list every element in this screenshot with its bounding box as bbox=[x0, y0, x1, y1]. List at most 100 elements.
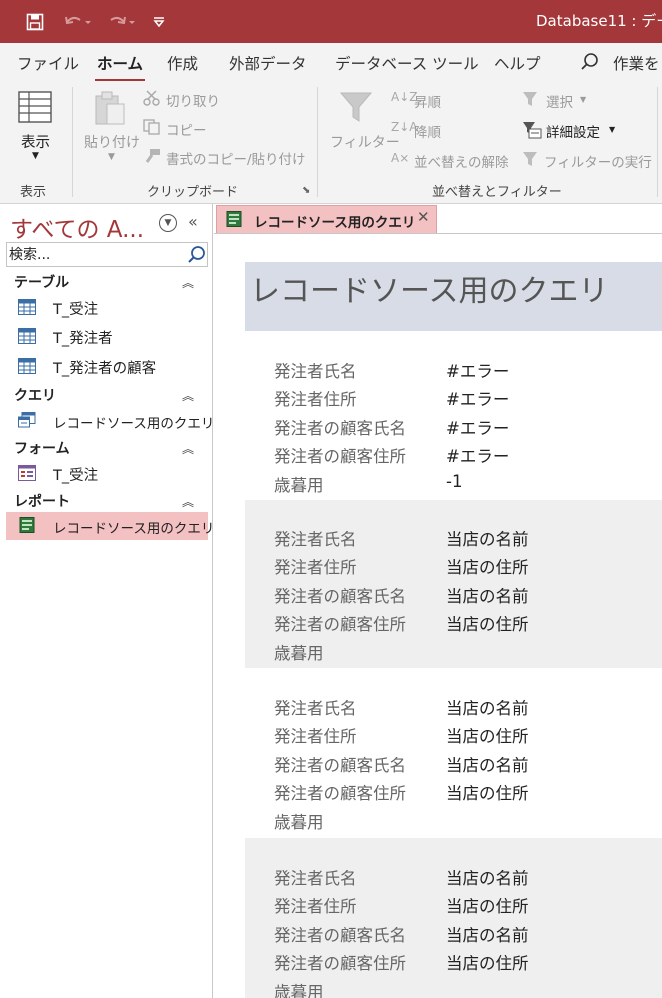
sort-descending-button[interactable]: 降順 bbox=[414, 121, 441, 141]
search-icon[interactable] bbox=[187, 245, 207, 265]
chevron-up-icon[interactable]: ︽ bbox=[182, 440, 194, 457]
nav-item-label: レコードソース用のクエリ bbox=[53, 521, 215, 537]
nav-item-label: レコードソース用のクエリ bbox=[53, 416, 215, 432]
field-value: #エラー bbox=[446, 362, 510, 381]
selection-dropdown-icon[interactable]: ▼ bbox=[580, 95, 586, 104]
section-forms[interactable]: フォーム bbox=[14, 438, 70, 458]
advanced-dropdown-icon[interactable]: ▼ bbox=[609, 125, 615, 134]
tab-create[interactable]: 作成 bbox=[167, 52, 198, 74]
paste-icon[interactable] bbox=[94, 90, 126, 132]
document-tab-label: レコードソース用のクエリ bbox=[254, 215, 416, 231]
paste-button[interactable]: 貼り付け bbox=[84, 132, 140, 152]
section-tables[interactable]: テーブル bbox=[14, 272, 69, 292]
field-label: 発注者の顧客住所 bbox=[274, 784, 406, 803]
table-icon bbox=[18, 328, 36, 344]
redo-icon[interactable] bbox=[104, 9, 140, 35]
field-value: 当店の名前 bbox=[446, 756, 529, 775]
field-label: 発注者住所 bbox=[274, 390, 357, 409]
collapse-pane-icon[interactable]: « bbox=[188, 212, 198, 231]
close-icon[interactable]: ✕ bbox=[417, 208, 430, 226]
section-reports[interactable]: レポート bbox=[14, 491, 70, 511]
view-button[interactable]: 表示 bbox=[21, 131, 50, 152]
filter-funnel-icon[interactable] bbox=[339, 90, 373, 128]
tab-file[interactable]: ファイル bbox=[17, 52, 79, 74]
filter-button[interactable]: フィルター bbox=[330, 132, 400, 152]
nav-item-table[interactable]: T_発注者の顧客 bbox=[6, 353, 208, 381]
field-label: 発注者氏名 bbox=[274, 869, 357, 888]
field-value: #エラー bbox=[446, 447, 510, 466]
selection-filter-icon[interactable] bbox=[522, 91, 540, 111]
field-value: -1 bbox=[446, 472, 463, 491]
remove-sort-icon[interactable]: A⨯ bbox=[391, 151, 409, 165]
nav-item-table[interactable]: T_受注 bbox=[6, 294, 208, 322]
report-view: レコードソース用のクエリ 発注者氏名 #エラー 発注者住所 #エラー 発注者の顧… bbox=[214, 234, 662, 998]
cut-button[interactable]: 切り取り bbox=[166, 90, 220, 110]
tab-home[interactable]: ホーム bbox=[94, 52, 146, 82]
query-icon bbox=[18, 412, 36, 428]
ribbon-tabs: ファイル ホーム 作成 外部データ データベース ツール ヘルプ bbox=[0, 43, 662, 82]
sort-ascending-button[interactable]: 昇順 bbox=[414, 91, 441, 111]
selection-button[interactable]: 選択 bbox=[546, 91, 573, 111]
document-tab[interactable]: レコードソース用のクエリ ✕ bbox=[216, 205, 437, 233]
field-label: 発注者の顧客住所 bbox=[274, 954, 406, 973]
field-label: 歳暮用 bbox=[274, 476, 324, 495]
chevron-down-icon[interactable]: ▼ bbox=[159, 214, 177, 232]
title-bar: Database11 : デー bbox=[0, 0, 662, 43]
field-value: 当店の名前 bbox=[446, 699, 529, 718]
toggle-filter-icon[interactable] bbox=[522, 151, 540, 171]
remove-sort-button[interactable]: 並べ替えの解除 bbox=[414, 151, 509, 171]
customize-qat-icon[interactable] bbox=[150, 9, 168, 35]
nav-item-form[interactable]: T_受注 bbox=[6, 460, 208, 488]
format-painter-button[interactable]: 書式のコピー/貼り付け bbox=[166, 148, 306, 168]
field-value: 当店の名前 bbox=[446, 926, 529, 945]
field-value: 当店の住所 bbox=[446, 558, 529, 577]
field-label: 発注者の顧客氏名 bbox=[274, 587, 406, 606]
search-icon[interactable] bbox=[580, 52, 600, 72]
chevron-up-icon[interactable]: ︽ bbox=[182, 493, 194, 510]
field-value: 当店の名前 bbox=[446, 587, 529, 606]
field-label: 発注者住所 bbox=[274, 558, 357, 577]
tell-me-box[interactable]: 作業を bbox=[613, 52, 660, 74]
undo-icon[interactable] bbox=[60, 9, 96, 35]
view-dropdown-icon[interactable]: ▼ bbox=[32, 151, 39, 161]
section-queries[interactable]: クエリ bbox=[14, 385, 56, 405]
field-label: 発注者の顧客住所 bbox=[274, 615, 406, 634]
nav-item-query[interactable]: レコードソース用のクエリ bbox=[6, 407, 214, 435]
chevron-up-icon[interactable]: ︽ bbox=[182, 387, 194, 404]
paste-dropdown-icon[interactable]: ▼ bbox=[108, 152, 115, 162]
report-record: 発注者氏名 当店の名前 発注者住所 当店の住所 発注者の顧客氏名 当店の名前 発… bbox=[245, 668, 662, 838]
cut-icon[interactable] bbox=[143, 90, 161, 110]
format-painter-icon[interactable] bbox=[143, 148, 161, 168]
chevron-up-icon[interactable]: ︽ bbox=[182, 274, 194, 291]
field-value: 当店の住所 bbox=[446, 784, 529, 803]
advanced-button[interactable]: 詳細設定 bbox=[546, 121, 600, 141]
field-value: 当店の住所 bbox=[446, 954, 529, 973]
group-view-label: 表示 bbox=[20, 185, 47, 200]
copy-icon[interactable] bbox=[143, 119, 161, 139]
nav-search-box bbox=[6, 242, 208, 267]
toggle-filter-button[interactable]: フィルターの実行 bbox=[544, 151, 652, 171]
nav-search-input[interactable] bbox=[9, 245, 181, 264]
field-label: 発注者氏名 bbox=[274, 362, 357, 381]
advanced-filter-icon[interactable] bbox=[522, 121, 542, 143]
tab-help[interactable]: ヘルプ bbox=[494, 52, 541, 74]
report-icon bbox=[225, 211, 243, 231]
tab-database-tools[interactable]: データベース ツール bbox=[335, 52, 479, 74]
dialog-launcher-icon[interactable]: ⬊ bbox=[302, 185, 310, 196]
report-header: レコードソース用のクエリ bbox=[245, 262, 662, 331]
datasheet-view-icon[interactable] bbox=[18, 90, 52, 128]
report-record: 発注者氏名 当店の名前 発注者住所 当店の住所 発注者の顧客氏名 当店の名前 発… bbox=[245, 838, 662, 998]
copy-button[interactable]: コピー bbox=[166, 119, 207, 139]
field-value: 当店の住所 bbox=[446, 727, 529, 746]
field-value: 当店の名前 bbox=[446, 869, 529, 888]
field-label: 発注者の顧客氏名 bbox=[274, 419, 406, 438]
field-label: 発注者の顧客氏名 bbox=[274, 926, 406, 945]
save-icon[interactable] bbox=[24, 9, 46, 35]
tab-external-data[interactable]: 外部データ bbox=[229, 52, 307, 74]
field-label: 発注者の顧客住所 bbox=[274, 447, 406, 466]
group-separator bbox=[72, 87, 73, 197]
nav-item-report[interactable]: レコードソース用のクエリ bbox=[6, 512, 214, 540]
field-value: 当店の住所 bbox=[446, 615, 529, 634]
nav-pane-title[interactable]: すべての A... bbox=[10, 210, 144, 244]
nav-item-table[interactable]: T_発注者 bbox=[6, 323, 208, 351]
